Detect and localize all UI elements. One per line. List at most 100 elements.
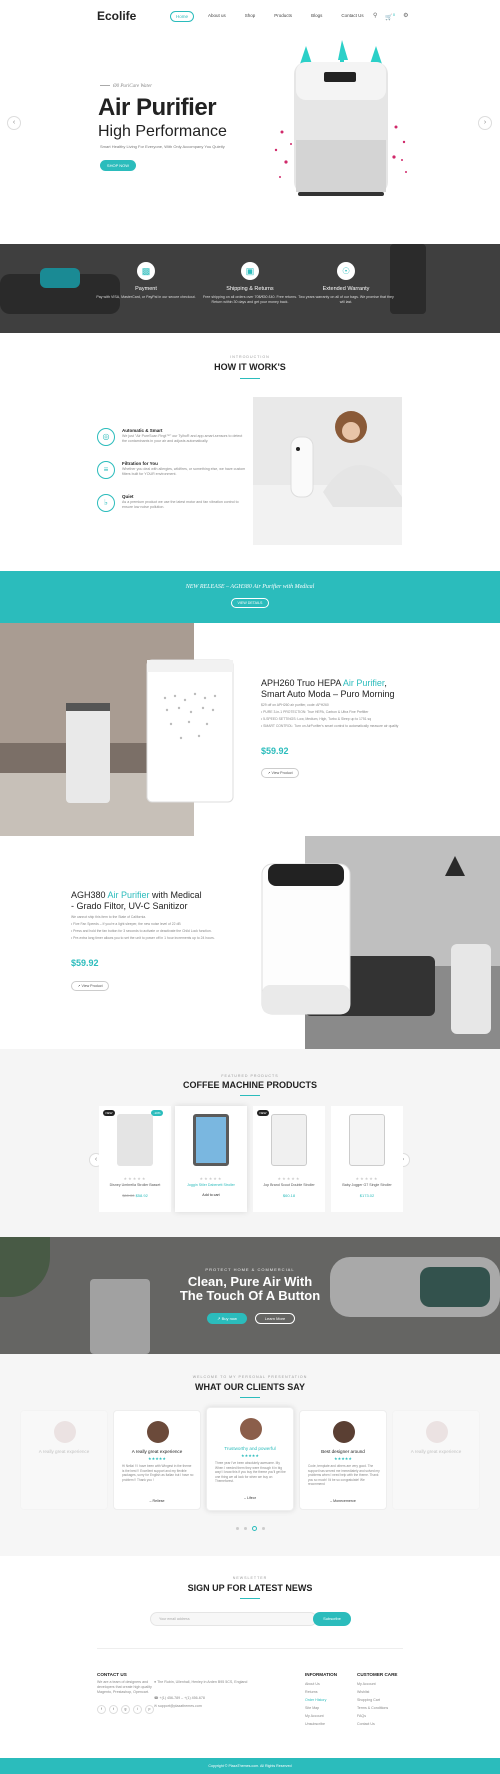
slider-next-button[interactable]: › [478,116,492,130]
footer-link[interactable]: Site Map [305,1704,326,1712]
footer-care-links: My Account Wishlist Shopping Cart Terms … [357,1680,388,1728]
product-card[interactable]: ★★★★★ Joggin Stiler Dabenett Stroller Ad… [175,1106,247,1212]
facebook-icon[interactable]: f [97,1705,106,1714]
filter-icon: ≡ [97,461,115,479]
testimonial-title: Best designer around [321,1449,365,1454]
testimonial-author: – Reliese [149,1499,165,1503]
footer-contact-title: CONTACT US [97,1672,127,1677]
product2-purifier [261,863,351,1015]
testimonial-card: Best designer around ★★★★★ Code, templat… [299,1410,387,1510]
buy-now-button[interactable]: ↗ Buy now [207,1313,247,1324]
features-bar: ▩ Payment Pay with VISA, MasterCard, or … [0,244,500,333]
avatar [333,1421,355,1443]
avatar [426,1421,448,1443]
nav-shop[interactable]: Shop [240,11,261,22]
product-name[interactable]: Disney Umbrella Stroller Basset [99,1183,171,1187]
title-underline [240,378,260,379]
slider-dot-active[interactable] [252,1526,257,1531]
slider-dot[interactable] [236,1527,239,1530]
footer-info-links: About Us Returns Order History Site Map … [305,1680,326,1728]
testimonial-text: Hi Nellai !! I have been with Wingest in… [122,1464,194,1482]
cart-icon[interactable]: 🛒0 [385,12,395,21]
footer-link[interactable]: FAQs [357,1712,388,1720]
settings-icon[interactable]: ⚙ [403,12,408,21]
header-icons: ⚲ 🛒0 ⚙ [373,12,409,21]
footer-link[interactable]: Order History [305,1696,326,1704]
shop-now-button[interactable]: SHOP NOW [100,160,136,171]
release-text: NEW RELEASE – AGH380 Air Purifier with M… [185,584,315,590]
testimonial-title: A really great experience [131,1449,183,1454]
testimonial-author: – Monecemerce [330,1499,356,1503]
testimonial-text: Code, template and others are very good.… [308,1464,380,1486]
footer-link[interactable]: My Account [357,1680,388,1688]
subscribe-button[interactable]: Subscribe [313,1612,351,1626]
clean-title: Clean, Pure Air With The Touch Of A Butto… [179,1274,321,1303]
footer-address: ● The Rubin, Ullenhall, Henley in Arden … [154,1680,248,1684]
pinterest-icon[interactable]: p [145,1705,154,1714]
view-details-button[interactable]: VIEW DETAILS [231,598,269,608]
product2-view-button[interactable]: ↗ View Product [71,981,109,991]
testimonial-author: – Lifeor [244,1496,256,1500]
product-card[interactable]: NEW -10% ★★★★★ Disney Umbrella Stroller … [99,1106,171,1212]
learn-more-button[interactable]: Learn More [255,1313,295,1324]
pillow-shape [40,268,80,288]
hero-title: Air Purifier [98,94,217,121]
nav-home[interactable]: Home [170,11,195,22]
clean-air-banner: PROTECT HOME & COMMERCIAL Clean, Pure Ai… [0,1237,500,1354]
how-kicker: INTRODUCTION [230,355,270,359]
footer-phone: ☎ +(1) 456-789 – +(1) 456-678 [154,1696,205,1700]
footer-link[interactable]: Terms & Conditions [357,1704,388,1712]
product-name[interactable]: Jop Brand Scout Double Stroller [253,1183,325,1187]
product-name[interactable]: Joggin Stiler Dabenett Stroller [175,1183,247,1187]
product1-view-button[interactable]: ↗ View Product [261,768,299,778]
nav-contact[interactable]: Contact Us [336,11,368,22]
product-name[interactable]: Baby Jogger G7 Single Stroller [331,1183,403,1187]
nav-blogs[interactable]: Blogs [306,11,327,22]
rating-stars: ★★★★★ [123,1176,147,1181]
step-text: As a premium product we use the latest m… [122,500,239,509]
slider-dot[interactable] [262,1527,265,1530]
product-card[interactable]: ★★★★★ Baby Jogger G7 Single Stroller $17… [331,1106,403,1212]
step-title: Filtration for You [122,461,158,466]
avatar [240,1418,262,1440]
footer-info-title: INFORMATION [305,1672,338,1677]
feature-title: Shipping & Returns [226,286,274,292]
product-price: $60.18 [282,1193,296,1198]
search-icon[interactable]: ⚲ [373,12,377,21]
footer-link[interactable]: Wishlist [357,1688,388,1696]
footer-link[interactable]: Shopping Cart [357,1696,388,1704]
footer-email[interactable]: ✉ support@plazathemes.com [154,1702,202,1710]
copyright-bar: Copyright © PlazaThemes.com. All Rights … [0,1758,500,1774]
testimonial-text: Three year I've been absolutely awesome.… [215,1461,286,1483]
twitter-icon[interactable]: t [109,1705,118,1714]
product1-specs: $29 off on APH260 air purifier, code: AP… [261,703,399,728]
google-icon[interactable]: g [121,1705,130,1714]
testimonial-card: Trustworthy and powerful ★★★★★ Three yea… [206,1407,294,1511]
logo[interactable]: Ecolife [97,9,136,23]
footer-link[interactable]: About Us [305,1680,326,1688]
hero-purifier-image [274,40,407,196]
coffee-kicker: FEATURED PRODUCTS [221,1074,279,1078]
radar-icon: ◎ [97,428,115,446]
add-to-cart-button[interactable]: Add to cart [175,1193,247,1197]
email-input[interactable]: Your email address [150,1612,317,1626]
feature-shipping: ▣ Shipping & Returns Free shipping on al… [200,262,300,305]
footer-link[interactable]: Unsubscribe [305,1720,326,1728]
nav-about[interactable]: About us [203,11,231,22]
footer-link[interactable]: My Account [305,1712,326,1720]
footer-link[interactable]: Returns [305,1688,326,1696]
slider-prev-button[interactable]: ‹ [7,116,21,130]
product1-price: $59.92 [261,746,289,756]
new-release-banner: NEW RELEASE – AGH380 Air Purifier with M… [0,571,500,623]
site-header: Ecolife Home About us Shop Products Blog… [0,0,500,32]
product-price: $60.00 $58.92 [122,1193,148,1198]
clients-kicker: WELCOME TO MY PERSONAL PRESENTATION [192,1375,308,1379]
nav-products[interactable]: Products [269,11,297,22]
product-card[interactable]: NEW ★★★★★ Jop Brand Scout Double Strolle… [253,1106,325,1212]
shield-icon: ☉ [337,262,355,280]
instagram-icon[interactable]: i [133,1705,142,1714]
footer-link[interactable]: Contact Us [357,1720,388,1728]
product2-price: $59.92 [71,958,99,968]
slider-dot[interactable] [244,1527,247,1530]
feature-warranty: ☉ Extended Warranty Two years warranty o… [296,262,396,305]
